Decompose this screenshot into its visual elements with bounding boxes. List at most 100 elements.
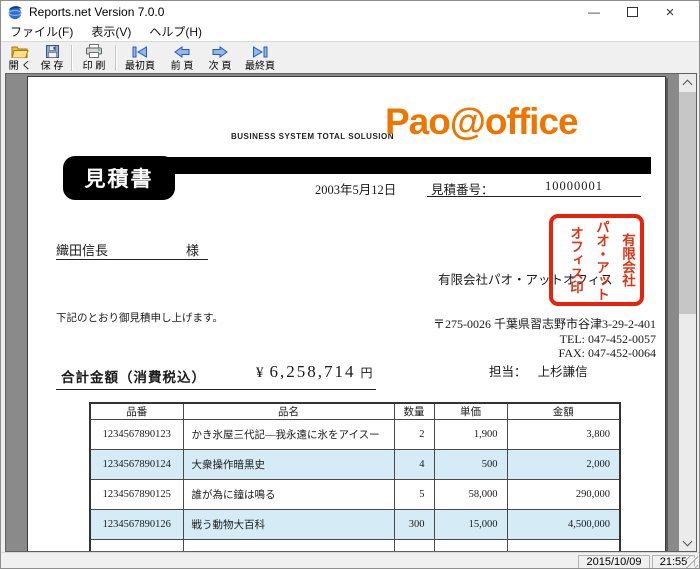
menu-file[interactable]: ファイル(F)	[1, 23, 82, 41]
open-button[interactable]: 開 く	[4, 44, 36, 72]
menu-bar: ファイル(F) 表示(V) ヘルプ(H)	[1, 23, 699, 41]
cell-unit-price: 1,900	[434, 420, 507, 450]
table-row: 1234567890123 かき氷屋三代記―我永遠に氷をアイスー 2 1,900…	[90, 420, 620, 450]
scrollbar-thumb[interactable]	[679, 92, 696, 314]
scroll-up-button[interactable]	[679, 74, 696, 91]
menu-help[interactable]: ヘルプ(H)	[140, 23, 211, 41]
seal-line: パオ・アット	[594, 220, 609, 301]
last-page-icon	[252, 44, 268, 58]
last-page-button[interactable]: 最終頁	[240, 44, 280, 72]
currency-symbol: ¥	[256, 365, 264, 381]
open-button-label: 開 く	[9, 61, 32, 72]
maximize-icon	[627, 7, 638, 17]
next-page-button[interactable]: 次 頁	[202, 44, 238, 72]
close-button[interactable]: ×	[651, 1, 689, 23]
title-bar: Reports.net Version 7.0.0 — ×	[1, 1, 699, 23]
chevron-down-icon	[683, 536, 693, 546]
cell-amount: 4,500,000	[507, 510, 620, 540]
cell-item-no: 1234567890125	[90, 480, 183, 510]
status-bar: 2015/10/09 21:55	[1, 552, 699, 569]
cell-empty	[394, 540, 434, 552]
staff-label: 担当：	[489, 365, 527, 379]
total-underline	[56, 389, 376, 390]
cell-empty	[90, 540, 183, 552]
table-row: 1234567890126 戦う動物大百科 300 15,000 4,500,0…	[90, 510, 620, 540]
customer-honorific: 様	[186, 240, 199, 259]
document-date: 2003年5月12日	[315, 179, 396, 198]
col-header-unit-price: 単価	[434, 403, 507, 420]
prev-page-label: 前 頁	[171, 61, 194, 72]
app-icon[interactable]	[7, 4, 23, 20]
items-table: 品番 品名 数量 単価 金額 1234567890123 かき氷屋三代記―我永遠…	[89, 402, 621, 551]
maximize-button[interactable]	[613, 1, 651, 23]
cell-item-name: 戦う動物大百科	[183, 510, 394, 540]
preview-canvas: BUSINESS SYSTEM TOTAL SOLUSION Pao@offic…	[6, 74, 679, 551]
cell-qty: 5	[394, 480, 434, 510]
estimate-number-underline	[427, 196, 641, 197]
tel-line: TEL: 047-452-0057	[278, 332, 656, 347]
save-button-label: 保 存	[41, 61, 64, 72]
last-page-label: 最終頁	[245, 61, 275, 72]
postal-address: 〒275-0026 千葉県習志野市谷津3-29-2-401	[278, 317, 656, 332]
save-button[interactable]: 保 存	[35, 44, 69, 72]
cell-item-name: かき氷屋三代記―我永遠に氷をアイスー	[183, 420, 394, 450]
printer-icon	[86, 44, 102, 58]
prev-arrow-icon	[174, 44, 190, 58]
table-row-partial	[90, 540, 620, 552]
customer-underline	[56, 259, 208, 260]
customer-name: 織田信長	[56, 240, 108, 259]
col-header-item-no: 品番	[90, 403, 183, 420]
estimate-number-value: 10000001	[545, 179, 603, 194]
total-amount: 6,258,714	[270, 362, 356, 381]
toolbar-separator	[115, 45, 117, 71]
staff-line: 担当： 上杉謙信	[489, 361, 588, 380]
cell-item-name: 大衆操作暗黒史	[183, 450, 394, 480]
issuer-address-block: 〒275-0026 千葉県習志野市谷津3-29-2-401 TEL: 047-4…	[278, 317, 656, 361]
cell-amount: 290,000	[507, 480, 620, 510]
cell-item-name: 誰が為に鐘は鳴る	[183, 480, 394, 510]
cell-unit-price: 58,000	[434, 480, 507, 510]
first-page-icon	[132, 44, 148, 58]
next-page-label: 次 頁	[209, 61, 232, 72]
cell-amount: 2,000	[507, 450, 620, 480]
cell-empty	[434, 540, 507, 552]
table-row: 1234567890124 大衆操作暗黒史 4 500 2,000	[90, 450, 620, 480]
cell-qty: 300	[394, 510, 434, 540]
total-label: 合計金額（消費税込）	[61, 366, 206, 386]
preview-pane: BUSINESS SYSTEM TOTAL SOLUSION Pao@offic…	[5, 73, 697, 552]
print-button[interactable]: 印 刷	[77, 44, 111, 72]
vertical-scrollbar[interactable]	[679, 74, 696, 551]
logo-tagline: BUSINESS SYSTEM TOTAL SOLUSION	[231, 132, 394, 141]
total-amount-line: ¥6,258,714 円	[256, 362, 373, 382]
cell-empty	[507, 540, 620, 552]
status-date: 2015/10/09	[578, 555, 650, 569]
menu-view[interactable]: 表示(V)	[82, 23, 140, 41]
toolbar: 開 く 保 存 印 刷	[1, 41, 699, 73]
open-folder-icon	[11, 44, 29, 58]
app-window: Reports.net Version 7.0.0 — × ファイル(F) 表示…	[0, 0, 700, 569]
resize-grip[interactable]	[685, 556, 698, 569]
seal-line: 有限会社	[620, 233, 635, 287]
prev-page-button[interactable]: 前 頁	[164, 44, 200, 72]
col-header-item-name: 品名	[183, 403, 394, 420]
first-page-label: 最初頁	[125, 61, 155, 72]
amount-unit: 円	[361, 366, 373, 380]
scroll-down-button[interactable]	[679, 534, 696, 551]
print-button-label: 印 刷	[83, 61, 106, 72]
cell-amount: 3,800	[507, 420, 620, 450]
minimize-button[interactable]: —	[575, 1, 613, 23]
save-floppy-icon	[46, 44, 59, 58]
table-row: 1234567890125 誰が為に鐘は鳴る 5 58,000 290,000	[90, 480, 620, 510]
col-header-qty: 数量	[394, 403, 434, 420]
cell-qty: 4	[394, 450, 434, 480]
document-page: BUSINESS SYSTEM TOTAL SOLUSION Pao@offic…	[27, 76, 666, 551]
first-page-button[interactable]: 最初頁	[120, 44, 160, 72]
cell-qty: 2	[394, 420, 434, 450]
chevron-up-icon	[683, 79, 693, 89]
toolbar-separator	[71, 45, 73, 71]
fax-line: FAX: 047-452-0064	[278, 346, 656, 361]
col-header-amount: 金額	[507, 403, 620, 420]
seal-line: オフィス印	[568, 226, 583, 294]
cell-empty	[183, 540, 394, 552]
staff-name: 上杉謙信	[538, 365, 588, 379]
